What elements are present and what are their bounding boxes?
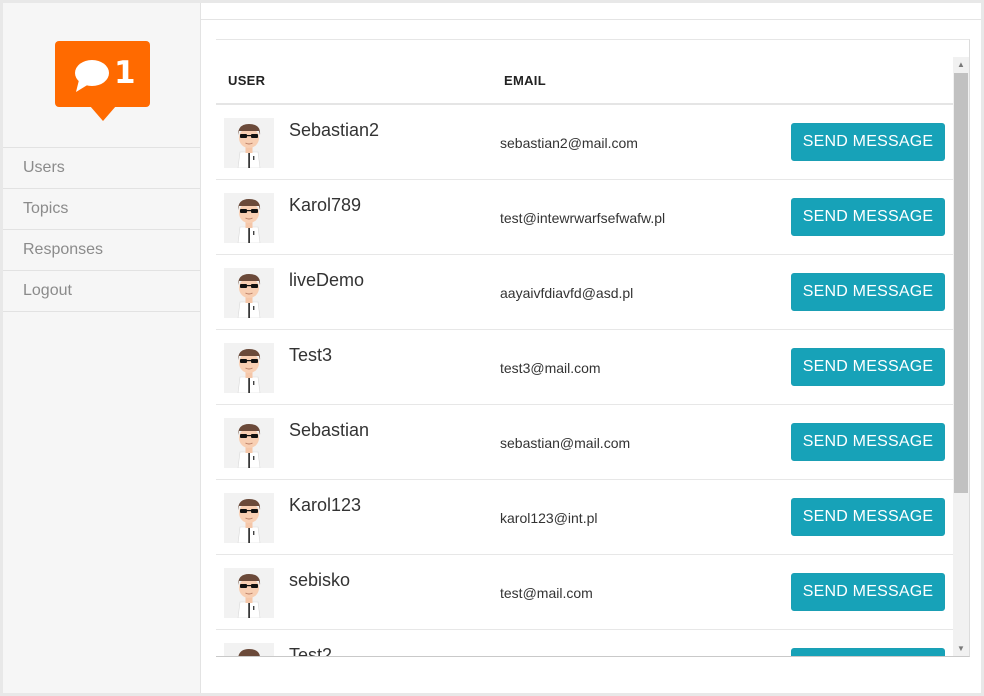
main-content: USER EMAIL Sebastian2 sebastian2@mail.co…	[201, 3, 981, 693]
table-row: Test2 SEND MESSAGE	[216, 630, 953, 657]
column-header-user: USER	[228, 73, 266, 88]
row-username: Karol789	[289, 195, 362, 215]
top-bar	[201, 3, 981, 20]
row-email: test@intewrwarfsefwafw.pl	[500, 210, 666, 226]
row-email: aayaivfdiavfd@asd.pl	[500, 285, 634, 301]
table-header: USER EMAIL	[216, 57, 953, 105]
user-avatar-icon	[224, 493, 274, 543]
chat-bubble-icon	[75, 60, 109, 92]
table-row: sebisko test@mail.com SEND MESSAGE	[216, 555, 953, 630]
user-avatar-icon	[224, 118, 274, 168]
scrollbar[interactable]: ▲ ▼	[953, 57, 969, 656]
logo-badge: 1	[55, 41, 150, 107]
row-email: test3@mail.com	[500, 360, 601, 376]
sidebar-item-users[interactable]: Users	[3, 148, 200, 189]
send-message-button[interactable]: SEND MESSAGE	[791, 273, 945, 311]
row-email: sebastian@mail.com	[500, 435, 631, 451]
row-username: Sebastian2	[289, 120, 380, 140]
row-username: sebisko	[289, 570, 351, 590]
send-message-button[interactable]: SEND MESSAGE	[791, 498, 945, 536]
sidebar-item-responses[interactable]: Responses	[3, 230, 200, 271]
table-row: Karol789 test@intewrwarfsefwafw.pl SEND …	[216, 180, 953, 255]
scroll-down-icon[interactable]: ▼	[953, 641, 969, 656]
send-message-button[interactable]: SEND MESSAGE	[791, 648, 945, 656]
row-email: test@mail.com	[500, 585, 593, 601]
user-avatar-icon	[224, 268, 274, 318]
row-username: Sebastian	[289, 420, 370, 440]
users-table: USER EMAIL Sebastian2 sebastian2@mail.co…	[216, 39, 970, 657]
app-frame: 1 Users Topics Responses Logout USER EMA…	[3, 3, 981, 693]
send-message-button[interactable]: SEND MESSAGE	[791, 123, 945, 161]
table-row: Test3 test3@mail.com SEND MESSAGE	[216, 330, 953, 405]
sidebar-item-logout[interactable]: Logout	[3, 271, 200, 312]
table-row: Sebastian sebastian@mail.com SEND MESSAG…	[216, 405, 953, 480]
row-username: liveDemo	[289, 270, 365, 290]
notification-count: 1	[114, 55, 136, 91]
send-message-button[interactable]: SEND MESSAGE	[791, 348, 945, 386]
row-email: karol123@int.pl	[500, 510, 598, 526]
logo-pointer	[90, 106, 116, 121]
row-username: Karol123	[289, 495, 362, 515]
user-avatar-icon	[224, 193, 274, 243]
table-body: Sebastian2 sebastian2@mail.com SEND MESS…	[216, 105, 953, 657]
table-row: Karol123 karol123@int.pl SEND MESSAGE	[216, 480, 953, 555]
send-message-button[interactable]: SEND MESSAGE	[791, 423, 945, 461]
scroll-up-icon[interactable]: ▲	[953, 57, 969, 73]
user-avatar-icon	[224, 568, 274, 618]
sidebar-item-topics[interactable]: Topics	[3, 189, 200, 230]
row-username: Test2	[289, 645, 333, 657]
column-header-email: EMAIL	[504, 73, 546, 88]
scroll-thumb[interactable]	[954, 73, 968, 493]
table-row: liveDemo aayaivfdiavfd@asd.pl SEND MESSA…	[216, 255, 953, 330]
row-username: Test3	[289, 345, 333, 365]
user-avatar-icon	[224, 643, 274, 656]
sidebar-nav: Users Topics Responses Logout	[3, 147, 200, 312]
row-email: sebastian2@mail.com	[500, 135, 638, 151]
send-message-button[interactable]: SEND MESSAGE	[791, 198, 945, 236]
user-avatar-icon	[224, 418, 274, 468]
logo: 1	[55, 41, 151, 125]
send-message-button[interactable]: SEND MESSAGE	[791, 573, 945, 611]
user-avatar-icon	[224, 343, 274, 393]
table-row: Sebastian2 sebastian2@mail.com SEND MESS…	[216, 105, 953, 180]
sidebar: 1 Users Topics Responses Logout	[3, 3, 201, 693]
